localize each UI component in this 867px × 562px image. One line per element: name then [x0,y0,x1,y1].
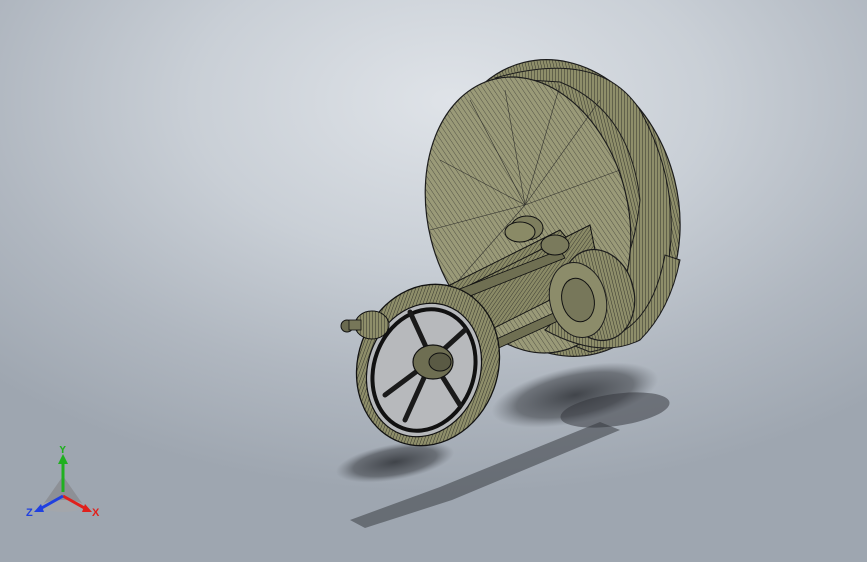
triad-x-label: X [92,507,100,519]
graphics-viewport[interactable] [0,0,867,562]
triad-y-label: Y [59,446,67,456]
view-triad[interactable]: Y X Z [22,446,104,526]
motor-pinion[interactable] [340,310,390,340]
triad-z-label: Z [26,507,33,519]
